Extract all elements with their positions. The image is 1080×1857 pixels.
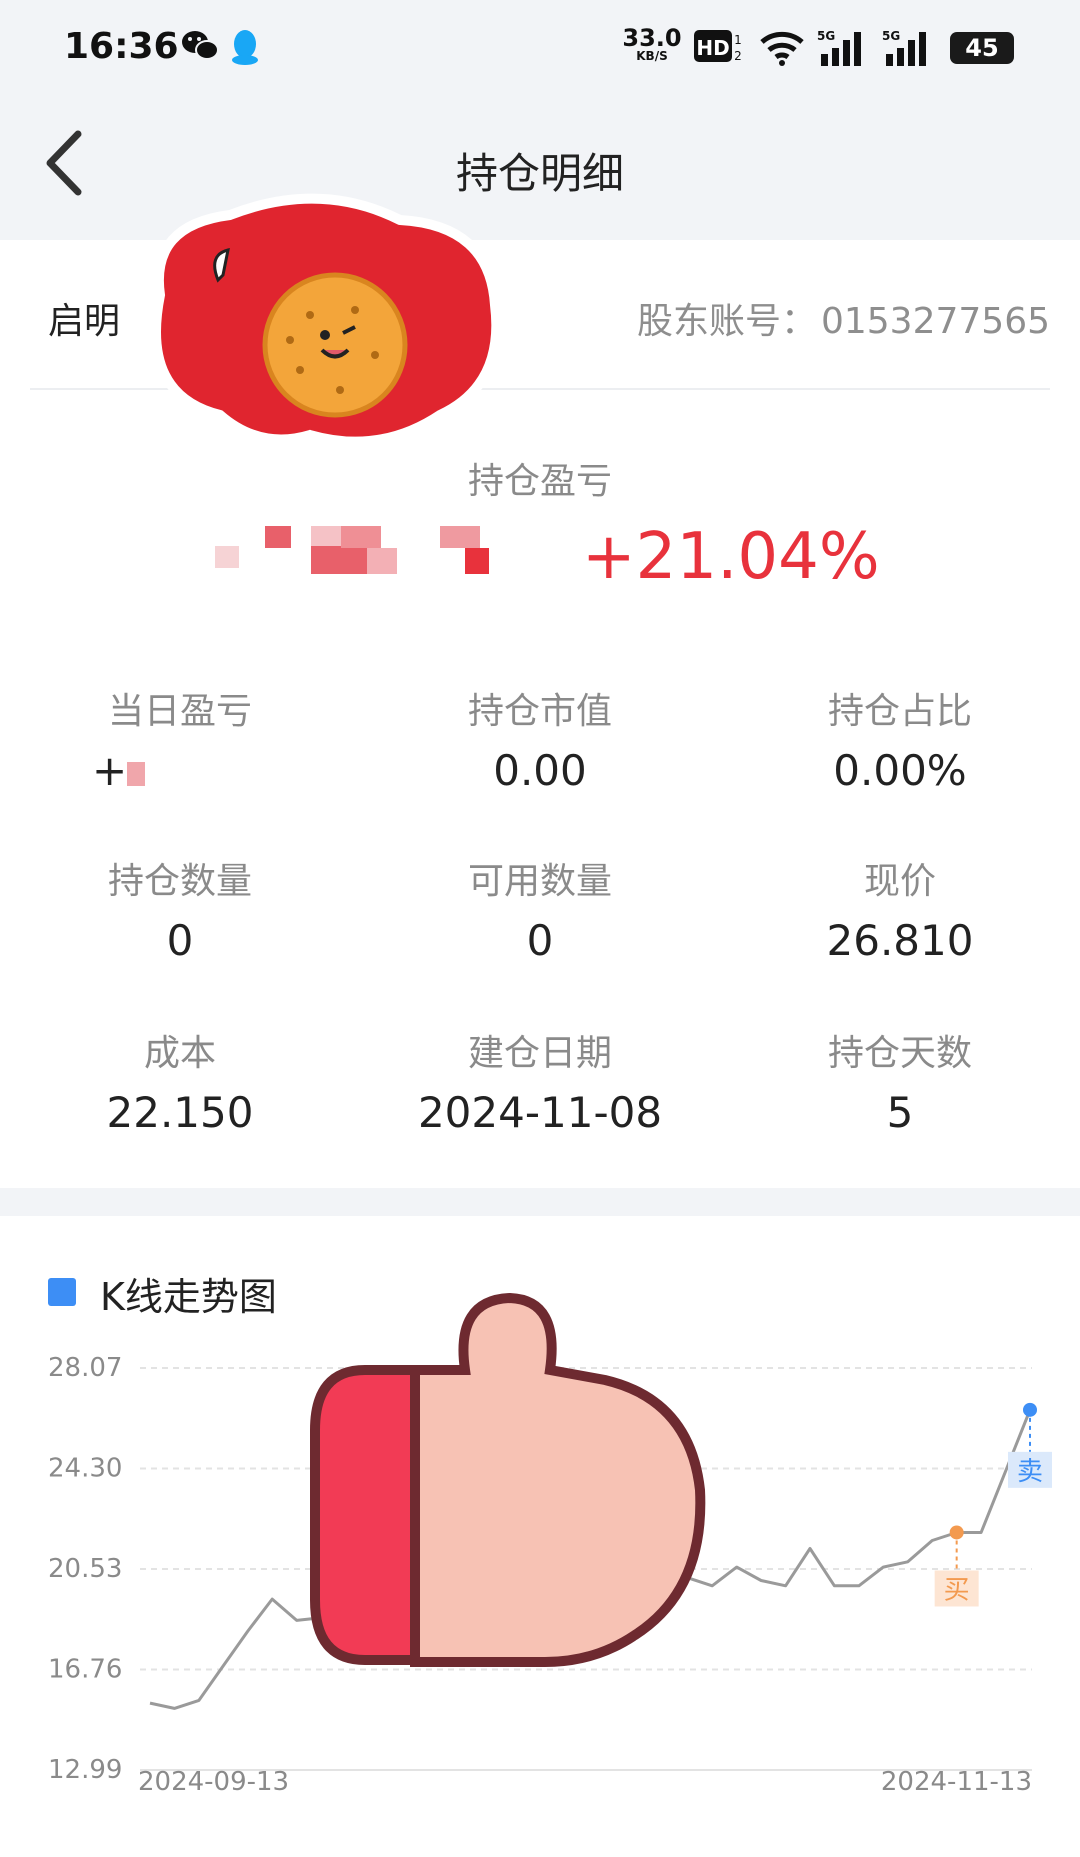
- y-tick-label: 12.99: [48, 1755, 122, 1785]
- svg-text:5G: 5G: [817, 29, 835, 43]
- wechat-icon: [180, 28, 220, 68]
- signal-5g-icon: 5G: [880, 28, 936, 72]
- buy-label: 买: [944, 1575, 970, 1605]
- status-time: 16:36: [64, 26, 179, 67]
- stat-market-value: 持仓市值 0.00: [360, 682, 720, 795]
- position-pl-percent: +21.04%: [582, 520, 880, 594]
- stat-cost: 成本 22.150: [0, 1024, 360, 1137]
- stat-label: 持仓天数: [827, 1033, 972, 1074]
- svg-text:2: 2: [734, 49, 742, 63]
- svg-text:5G: 5G: [882, 29, 900, 43]
- stat-available: 可用数量 0: [360, 852, 720, 965]
- section-gap: [0, 1188, 1080, 1216]
- stat-value: 26.810: [826, 916, 974, 965]
- buy-point: [949, 1525, 964, 1540]
- stat-open-date: 建仓日期 2024-11-08: [360, 1024, 720, 1137]
- sell-point: [1023, 1402, 1037, 1417]
- stat-value: 0.00: [493, 746, 587, 795]
- stat-quantity: 持仓数量 0: [0, 852, 360, 965]
- y-tick-label: 28.07: [48, 1353, 122, 1383]
- wifi-icon: [758, 28, 806, 72]
- stat-value: 0.00%: [833, 746, 967, 795]
- shareholder-account: 股东账号： 0153277565: [637, 292, 1050, 344]
- stat-value: +: [0, 746, 360, 795]
- battery-icon: 45: [950, 32, 1014, 64]
- stat-label: 现价: [863, 861, 936, 902]
- stat-daily-pl: 当日盈亏 +: [0, 682, 360, 795]
- y-tick-label: 24.30: [48, 1454, 122, 1484]
- thumbs-up-sticker: [305, 1290, 725, 1674]
- pl-amount-mosaic: [215, 520, 515, 576]
- svg-text:HD: HD: [696, 36, 729, 60]
- account-id-value: 0153277565: [820, 301, 1050, 342]
- stat-label: 可用数量: [467, 861, 612, 902]
- net-speed: 33.0 KB/S: [622, 24, 682, 63]
- stat-label: 成本: [143, 1033, 216, 1074]
- stat-label: 当日盈亏: [107, 691, 252, 732]
- stat-label: 持仓占比: [827, 691, 972, 732]
- status-bar: 16:36 33.0 KB/S HD 1 2 5G 5G 45: [0, 18, 1080, 78]
- stat-value: 5: [886, 1088, 914, 1137]
- svg-text:1: 1: [734, 33, 742, 47]
- x-tick-label: 2024-09-13: [138, 1767, 289, 1797]
- qq-icon: [230, 28, 260, 72]
- cookie-sticker: [140, 185, 510, 459]
- stat-label: 持仓市值: [467, 691, 612, 732]
- stat-value: 2024-11-08: [417, 1088, 663, 1137]
- hd-icon: HD 1 2: [694, 28, 746, 68]
- signal-5g-icon: 5G: [815, 28, 871, 72]
- stat-days-held: 持仓天数 5: [720, 1024, 1080, 1137]
- stat-label: 持仓数量: [107, 861, 252, 902]
- stat-value: 0: [526, 916, 554, 965]
- stat-value: 0: [166, 916, 194, 965]
- account-name: 启明: [48, 301, 121, 342]
- kline-title: K线走势图: [100, 1275, 277, 1319]
- y-tick-label: 16.76: [48, 1655, 122, 1685]
- stat-position-ratio: 持仓占比 0.00%: [720, 682, 1080, 795]
- account-id-label: 股东账号：: [636, 301, 817, 342]
- stat-value: 22.150: [106, 1088, 254, 1137]
- stat-label: 建仓日期: [467, 1033, 612, 1074]
- position-pl-label: 持仓盈亏: [467, 461, 612, 502]
- x-tick-label: 2024-11-13: [881, 1767, 1032, 1797]
- stat-price: 现价 26.810: [720, 852, 1080, 965]
- sell-label: 卖: [1017, 1457, 1043, 1487]
- y-tick-label: 20.53: [48, 1554, 122, 1584]
